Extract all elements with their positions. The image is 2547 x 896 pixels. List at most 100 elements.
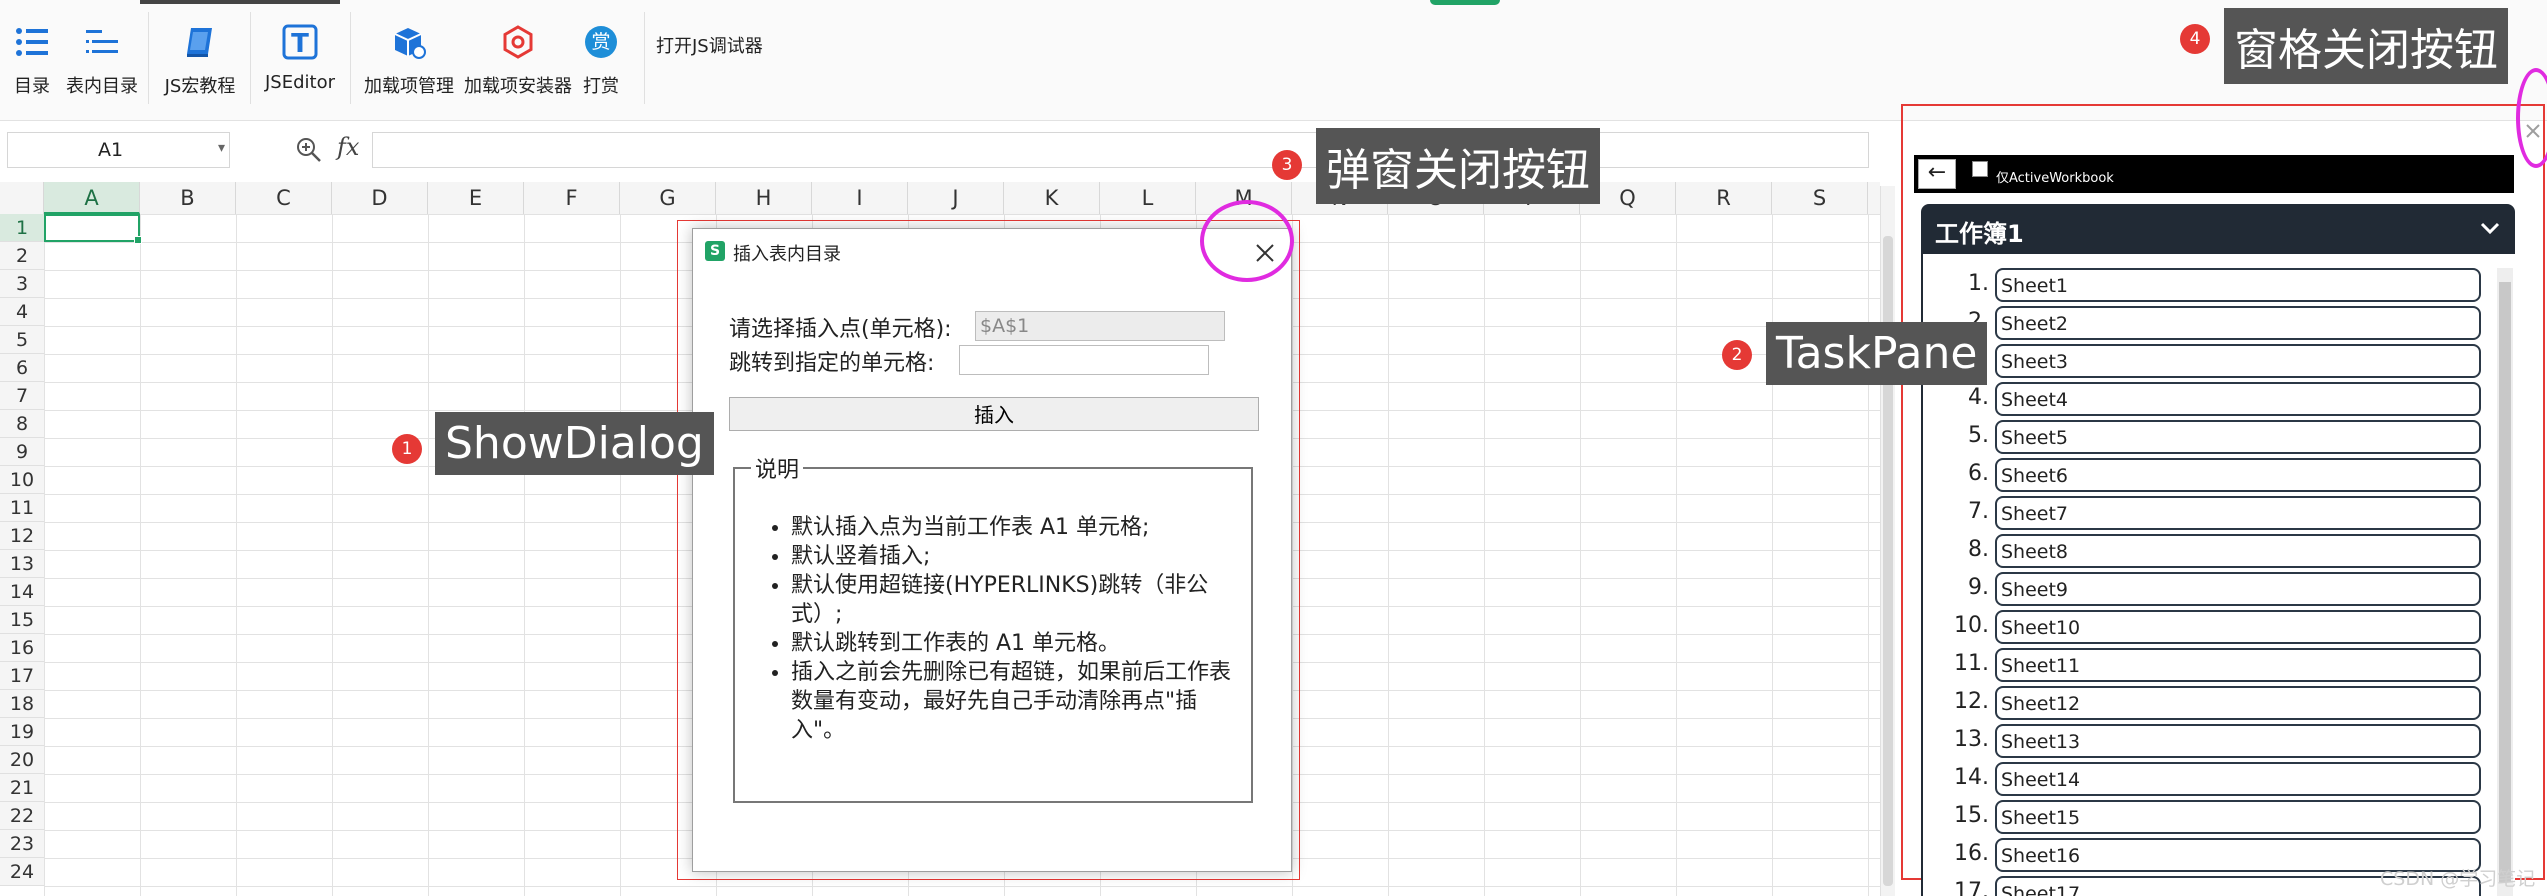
row-header[interactable]: 2 (0, 242, 44, 270)
scrollbar-thumb[interactable] (2499, 282, 2511, 882)
sheet-link-button[interactable]: Sheet8 (1995, 534, 2481, 568)
row-header[interactable]: 8 (0, 410, 44, 438)
row-header[interactable]: 6 (0, 354, 44, 382)
ribbon-group-addins: 加载项管理 加载项安装器 赏 打赏 (362, 18, 624, 98)
toc-button-label: 目录 (14, 76, 50, 97)
formula-input[interactable] (372, 132, 1869, 168)
list-item: 13. Sheet13 (1923, 722, 2483, 760)
insert-point-field[interactable]: $A$1 (975, 311, 1225, 341)
annotation-badge: 2 (1722, 340, 1752, 370)
row-header[interactable]: 7 (0, 382, 44, 410)
column-header[interactable]: D (332, 182, 428, 214)
row-header[interactable]: 1 (0, 214, 44, 242)
column-header[interactable]: A (44, 182, 140, 214)
sheet-vertical-scrollbar[interactable] (1880, 186, 1895, 896)
reward-button[interactable]: 赏 打赏 (578, 18, 624, 98)
annotation-label-taskpane: TaskPane (1766, 322, 1988, 385)
sheet-number: 10. (1954, 613, 1989, 638)
jump-cell-field[interactable] (959, 345, 1209, 375)
sheet-link-button[interactable]: Sheet15 (1995, 800, 2481, 834)
column-header[interactable]: G (620, 182, 716, 214)
row-header[interactable]: 10 (0, 466, 44, 494)
sheet-link-button[interactable]: Sheet9 (1995, 572, 2481, 606)
taskpane-scrollbar[interactable] (2497, 268, 2513, 896)
chevron-down-icon[interactable] (2479, 220, 2501, 240)
name-box[interactable]: A1 ▾ (7, 132, 230, 168)
sheet-number: 7. (1968, 499, 1989, 524)
sheet-link-button[interactable]: Sheet12 (1995, 686, 2481, 720)
column-header[interactable]: L (1100, 182, 1196, 214)
row-header[interactable]: 3 (0, 270, 44, 298)
list-item: 7. Sheet7 (1923, 494, 2483, 532)
js-tutorial-button[interactable]: JS宏教程 (162, 18, 238, 98)
column-header[interactable]: R (1676, 182, 1772, 214)
column-header[interactable]: K (1004, 182, 1100, 214)
sheet-link-button[interactable]: Sheet14 (1995, 762, 2481, 796)
row-header[interactable]: 15 (0, 606, 44, 634)
note-item: 插入之前会先删除已有超链，如果前后工作表数量有变动，最好先自己手动清除再点"插入… (791, 658, 1231, 745)
column-header[interactable]: S (1772, 182, 1868, 214)
column-header[interactable]: I (812, 182, 908, 214)
text-t-glyph: T (291, 29, 309, 59)
row-header[interactable]: 5 (0, 326, 44, 354)
column-header[interactable]: B (140, 182, 236, 214)
row-header[interactable]: 24 (0, 858, 44, 886)
sheet-link-button[interactable]: Sheet1 (1995, 268, 2481, 302)
row-header[interactable]: 12 (0, 522, 44, 550)
inline-toc-button[interactable]: 表内目录 (62, 18, 142, 98)
column-header[interactable]: J (908, 182, 1004, 214)
sheet-link-button[interactable]: Sheet5 (1995, 420, 2481, 454)
active-cell-A1[interactable] (44, 214, 142, 244)
select-all-corner[interactable] (0, 182, 44, 214)
chevron-down-icon[interactable]: ▾ (218, 140, 225, 156)
row-header[interactable]: 16 (0, 634, 44, 662)
name-box-value: A1 (97, 139, 124, 161)
active-workbook-checkbox[interactable] (1972, 161, 1988, 177)
row-header[interactable]: 17 (0, 662, 44, 690)
sheet-link-button[interactable]: Sheet6 (1995, 458, 2481, 492)
row-header[interactable]: 20 (0, 746, 44, 774)
insert-point-label: 请选择插入点(单元格): (729, 317, 952, 342)
sheet-number: 14. (1954, 765, 1989, 790)
column-header[interactable]: C (236, 182, 332, 214)
fx-icon[interactable]: fx (337, 133, 359, 161)
addin-installer-button[interactable]: 加载项安装器 (462, 18, 574, 98)
sheet-link-button[interactable]: Sheet11 (1995, 648, 2481, 682)
column-header[interactable]: H (716, 182, 812, 214)
row-header[interactable]: 18 (0, 690, 44, 718)
row-header[interactable]: 13 (0, 550, 44, 578)
back-button[interactable]: ← (1918, 159, 1956, 189)
sheet-link-button[interactable]: Sheet3 (1995, 344, 2481, 378)
column-header[interactable]: E (428, 182, 524, 214)
open-js-debugger-button[interactable]: 打开JS调试器 (656, 32, 763, 58)
addin-installer-button-label: 加载项安装器 (464, 76, 572, 97)
row-header[interactable]: 22 (0, 802, 44, 830)
list-icon (12, 22, 52, 62)
sheet-link-button[interactable]: Sheet7 (1995, 496, 2481, 530)
ribbon-toolbar: 目录 表内目录 JS宏教程 T JSEditor 加载项管理 加载项安装器 赏 … (0, 0, 2547, 121)
toc-button[interactable]: 目录 (8, 18, 56, 98)
zoom-icon[interactable] (295, 136, 323, 168)
sheet-link-button[interactable]: Sheet13 (1995, 724, 2481, 758)
row-header[interactable]: 11 (0, 494, 44, 522)
addin-manager-button[interactable]: 加载项管理 (362, 18, 456, 98)
row-header[interactable]: 23 (0, 830, 44, 858)
workbook-accordion-header[interactable]: 工作簿1 (1921, 204, 2515, 254)
note-item: 默认插入点为当前工作表 A1 单元格; (791, 513, 1231, 542)
active-workbook-label: 仅ActiveWorkbook (1996, 171, 2114, 186)
taskpane-toolbar: ← 仅ActiveWorkbook (1914, 155, 2514, 193)
row-header[interactable]: 21 (0, 774, 44, 802)
row-header[interactable]: 9 (0, 438, 44, 466)
insert-button[interactable]: 插入 (729, 397, 1259, 431)
sheet-link-button[interactable]: Sheet10 (1995, 610, 2481, 644)
list-item: 5. Sheet5 (1923, 418, 2483, 456)
row-header[interactable]: 19 (0, 718, 44, 746)
list-item: 8. Sheet8 (1923, 532, 2483, 570)
sheet-link-button[interactable]: Sheet2 (1995, 306, 2481, 340)
fill-handle[interactable] (134, 236, 142, 244)
row-header[interactable]: 14 (0, 578, 44, 606)
jseditor-button[interactable]: T JSEditor (262, 18, 338, 98)
row-header[interactable]: 4 (0, 298, 44, 326)
sheet-link-button[interactable]: Sheet4 (1995, 382, 2481, 416)
column-header[interactable]: F (524, 182, 620, 214)
